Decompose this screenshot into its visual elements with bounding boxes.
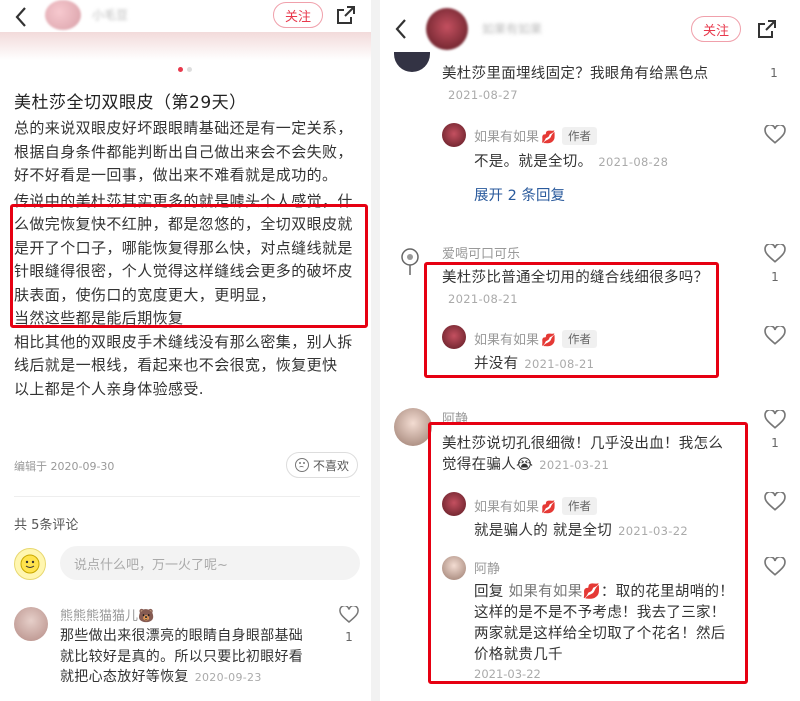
commenter-avatar[interactable]: [14, 607, 48, 641]
post-paragraph: 相比其他的双眼皮手术缝线没有那么密集，别人拆线后就是一根线，看起来也不会很宽，恢…: [14, 332, 353, 375]
reply-avatar[interactable]: [442, 123, 466, 147]
share-icon[interactable]: [754, 16, 780, 42]
like-count: 1: [771, 436, 779, 450]
comment-date: 2020-09-23: [194, 671, 262, 684]
heart-icon[interactable]: [764, 326, 786, 346]
comment-input[interactable]: 说点什么吧，万一火了呢~: [60, 546, 360, 580]
commenter-avatar[interactable]: [398, 247, 422, 275]
commenter-avatar[interactable]: [394, 408, 432, 446]
back-icon[interactable]: [8, 4, 34, 30]
author-tag: 作者: [561, 127, 597, 145]
like-count: 1: [771, 270, 779, 284]
post-paragraph: 以上都是个人亲身体验感受.: [14, 379, 204, 398]
right-screenshot: 如果有如果 关注 美杜莎里面埋线固定？我眼角有给黑色点2021-08-27 1 …: [380, 0, 800, 701]
divider: [14, 496, 360, 497]
expand-replies-link[interactable]: 展开 2 条回复: [474, 184, 565, 205]
comment-text: 美杜莎里面埋线固定？我眼角有给黑色点 2021-08-27: [442, 64, 742, 106]
heart-icon[interactable]: [764, 125, 786, 145]
commenter-name[interactable]: 爱喝可口可乐: [442, 243, 520, 262]
reply-body: 不是。就是全切。: [474, 154, 593, 170]
heart-icon[interactable]: [764, 410, 786, 430]
post-image-bottom[interactable]: [0, 32, 371, 60]
commenter-name[interactable]: 熊熊熊猫猫儿🐻: [60, 605, 154, 624]
heart-icon[interactable]: [764, 244, 786, 264]
comment-text: 那些做出来很漂亮的眼睛自身眼部基础就比较好是真的。所以只要比初眼好看就把心态放好…: [60, 626, 316, 689]
dislike-label: 不喜欢: [312, 458, 349, 473]
carousel-dot-active: [178, 67, 183, 72]
carousel-dot: [187, 67, 192, 72]
commenter-avatar[interactable]: [394, 52, 430, 72]
author-avatar[interactable]: [426, 8, 468, 50]
follow-button[interactable]: 关注: [273, 2, 323, 28]
reply-text: 不是。就是全切。 2021-08-28: [474, 152, 668, 173]
left-screenshot: 小毛豆 关注 美杜莎全切双眼皮（第29天） 总的来说双眼皮好坏跟眼睛基础还是有一…: [0, 0, 371, 701]
lips-icon: 💋: [541, 130, 556, 144]
post-title: 美杜莎全切双眼皮（第29天）: [14, 93, 247, 113]
highlight-box: [424, 262, 719, 378]
highlight-box: [10, 204, 368, 328]
reply-username[interactable]: 如果有如果 💋 作者: [474, 126, 597, 145]
dislike-button[interactable]: 不喜欢: [286, 452, 358, 478]
smile-icon: [20, 554, 40, 574]
heart-icon[interactable]: [764, 557, 786, 577]
heart-icon[interactable]: [339, 606, 359, 624]
my-avatar: [14, 548, 46, 580]
author-username[interactable]: 小毛豆: [92, 6, 128, 23]
reply-date: 2021-08-28: [598, 155, 669, 169]
heart-icon[interactable]: [764, 492, 786, 512]
comment-date: 2021-08-27: [448, 88, 518, 102]
comment-body: 那些做出来很漂亮的眼睛自身眼部基础就比较好是真的。所以只要比初眼好看就把心态放好…: [60, 628, 304, 685]
frown-icon: [294, 458, 309, 472]
post-paragraph: 总的来说双眼皮好坏跟眼睛基础还是有一定关系，根据自身条件都能判断出自己做出来会不…: [14, 119, 353, 184]
edited-date: 编辑于 2020-09-30: [14, 460, 115, 473]
author-username[interactable]: 如果有如果: [482, 20, 542, 37]
like-count: 1: [770, 66, 778, 80]
comments-count: 共 5条评论: [14, 518, 79, 533]
comment-body: 美杜莎里面埋线固定？我眼角有给黑色点: [442, 66, 709, 82]
highlight-box: [428, 422, 748, 684]
follow-button[interactable]: 关注: [691, 16, 741, 42]
author-avatar[interactable]: [45, 0, 81, 30]
share-icon[interactable]: [333, 2, 359, 28]
back-icon[interactable]: [388, 16, 414, 42]
like-count: 1: [345, 630, 353, 644]
reply-username-text[interactable]: 如果有如果: [474, 130, 539, 145]
